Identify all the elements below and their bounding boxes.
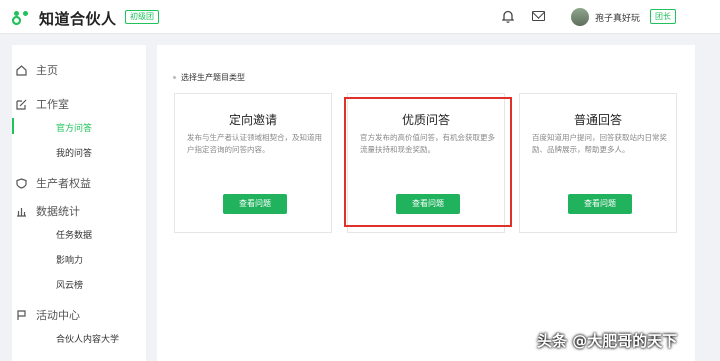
level-badge: 初级团	[125, 10, 159, 24]
brand-name: 知道合伙人	[39, 10, 117, 28]
sidebar-item-studio[interactable]: 工作室	[16, 96, 69, 112]
avatar[interactable]	[571, 8, 589, 26]
chart-icon	[17, 207, 26, 217]
home-icon	[16, 64, 27, 76]
username[interactable]: 孢子真好玩	[595, 11, 640, 24]
logo[interactable]: 知道合伙人	[12, 8, 117, 29]
sidebar-item-rights[interactable]: 生产者权益	[16, 175, 91, 191]
sidebar-item-leaderboard[interactable]: 风云榜	[56, 278, 83, 291]
sidebar-item-label: 生产者权益	[36, 177, 91, 190]
sidebar-item-stats[interactable]: 数据统计	[17, 203, 80, 219]
role-badge: 团长	[650, 9, 676, 24]
bell-icon[interactable]	[502, 10, 514, 23]
card-normal-answer: 普通回答 百度知道用户提问，回答获取站内日常奖励、品牌展示，帮助更多人。 查看问…	[519, 93, 677, 233]
top-bar: 知道合伙人 初级团 孢子真好玩 团长	[0, 0, 720, 34]
watermark: 头条 @大肥哥的天下	[537, 332, 678, 350]
sidebar-item-task-data[interactable]: 任务数据	[56, 228, 92, 241]
highlight-box	[344, 97, 512, 227]
logo-icon	[12, 10, 34, 27]
card-description: 发布与生产者认证领域相契合，及知道用户指定咨询的问答内容。	[187, 133, 322, 154]
sidebar-item-label: 工作室	[36, 98, 69, 111]
view-questions-button[interactable]: 查看问题	[223, 194, 287, 214]
sidebar-item-label: 数据统计	[36, 205, 80, 218]
card-title: 定向邀请	[228, 113, 277, 127]
sidebar-item-my-qa[interactable]: 我的问答	[56, 146, 92, 159]
section-label: 选择生产题目类型	[173, 72, 245, 83]
sidebar-item-label: 活动中心	[36, 309, 80, 322]
sidebar-item-influence[interactable]: 影响力	[56, 253, 83, 266]
shield-icon	[16, 177, 27, 189]
sidebar-item-activity[interactable]: 活动中心	[17, 307, 80, 323]
card-directed-invite: 定向邀请 发布与生产者认证领域相契合，及知道用户指定咨询的问答内容。 查看问题	[174, 93, 332, 233]
sidebar-item-label: 主页	[36, 64, 58, 77]
edit-icon	[16, 99, 27, 110]
card-title: 普通回答	[573, 113, 622, 127]
sidebar-item-home[interactable]: 主页	[16, 62, 58, 78]
flag-icon	[17, 309, 26, 320]
card-description: 百度知道用户提问，回答获取站内日常奖励、品牌展示，帮助更多人。	[532, 133, 667, 154]
sidebar-item-official-qa[interactable]: 官方问答	[56, 121, 92, 134]
mail-icon[interactable]	[532, 11, 545, 21]
active-indicator	[12, 118, 14, 134]
sidebar-item-university[interactable]: 合伙人内容大学	[56, 332, 119, 345]
sidebar: 主页 工作室 官方问答 我的问答 生产者权益 数据统计 任务数据 影响力 风云榜…	[12, 45, 146, 361]
view-questions-button[interactable]: 查看问题	[568, 194, 632, 214]
